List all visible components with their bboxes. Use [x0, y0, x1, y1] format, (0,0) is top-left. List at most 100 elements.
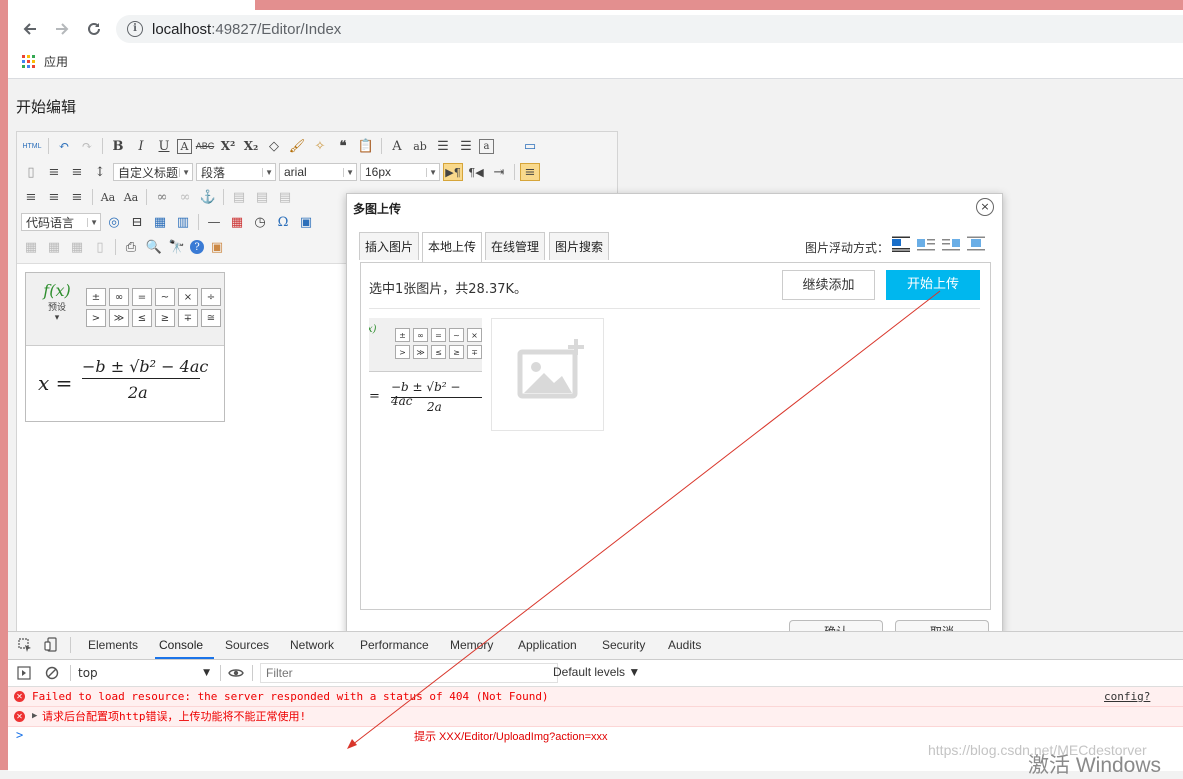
table-delete-icon[interactable]: ▯ [90, 238, 110, 256]
row-spacing-top-icon[interactable]: ≡ [44, 163, 64, 181]
clear-doc-icon[interactable]: ▯ [21, 163, 41, 181]
tab-network[interactable]: Network [290, 638, 334, 652]
justify-right-icon[interactable]: ≡ [44, 188, 64, 206]
formula-symbol-button[interactable]: > [395, 345, 410, 359]
print-icon[interactable]: ⎙ [121, 238, 141, 256]
formula-symbol-button[interactable]: = [431, 328, 446, 342]
paragraph-select[interactable]: 段落 ▼ [196, 163, 276, 181]
font-size-select[interactable]: 16px ▼ [360, 163, 440, 181]
preview-icon[interactable]: ▭ [520, 137, 540, 155]
tab-insert-image[interactable]: 插入图片 [359, 232, 420, 260]
address-bar[interactable]: i localhost:49827/Editor/Index [116, 15, 1183, 43]
to-uppercase-icon[interactable]: Aa [98, 188, 118, 206]
tab-sources[interactable]: Sources [225, 638, 269, 652]
back-button[interactable] [18, 17, 42, 41]
bold-icon[interactable]: B [108, 137, 128, 155]
font-family-select[interactable]: arial ▼ [279, 163, 357, 181]
formula-symbol-button[interactable]: ≅ [201, 309, 221, 327]
expand-triangle-icon[interactable]: ▶ [32, 707, 37, 726]
tab-performance[interactable]: Performance [360, 638, 429, 652]
context-select[interactable]: top ▼ [78, 664, 212, 682]
table-col-icon[interactable]: ▦ [67, 238, 87, 256]
unordered-list-icon[interactable]: ☰ [456, 137, 476, 155]
undo-icon[interactable]: ↶ [54, 137, 74, 155]
justify-center-icon[interactable]: ≡ [21, 188, 41, 206]
auto-format-icon[interactable]: ✧ [310, 137, 330, 155]
formula-symbol-button[interactable]: ÷ [201, 288, 221, 306]
formula-symbol-button[interactable]: × [178, 288, 198, 306]
paste-plain-icon[interactable]: 📋 [356, 137, 376, 155]
image-left-icon[interactable]: ▤ [252, 188, 272, 206]
start-upload-button[interactable]: 开始上传 [886, 270, 980, 300]
tab-audits[interactable]: Audits [668, 638, 701, 652]
special-chars-icon[interactable]: Ω [273, 213, 293, 231]
justify-left-icon[interactable]: ≡ [520, 163, 540, 181]
help-icon[interactable]: ? [190, 240, 204, 254]
redo-icon[interactable]: ↷ [77, 137, 97, 155]
table-insert-icon[interactable]: ▦ [21, 238, 41, 256]
info-icon[interactable]: i [127, 21, 143, 37]
horizontal-rule-icon[interactable]: — [204, 213, 224, 231]
continue-add-button[interactable]: 继续添加 [782, 270, 875, 300]
indent-icon[interactable]: ⇥ [489, 163, 509, 181]
image-right-icon[interactable]: ▤ [275, 188, 295, 206]
font-border-icon[interactable]: A [177, 138, 192, 154]
ordered-list-icon[interactable]: ☰ [433, 137, 453, 155]
console-prompt[interactable]: > [16, 728, 23, 742]
inspect-element-icon[interactable] [18, 638, 32, 652]
close-icon[interactable]: × [976, 198, 994, 216]
underline-icon[interactable]: U [154, 137, 174, 155]
drafts-icon[interactable]: ▣ [207, 238, 227, 256]
blockquote-icon[interactable]: ❝ [333, 137, 353, 155]
date-icon[interactable]: ▦ [227, 213, 247, 231]
formula-widget[interactable]: f(x) 预设 ▾ ± ∞ = ~ × ÷ > ≫ ≤ ≥ ∓ ≅ x = −b ± √b² − 4a… [25, 272, 225, 422]
ltr-direction-icon[interactable]: ▶¶ [443, 163, 463, 181]
eye-icon[interactable] [228, 667, 244, 679]
justify-full-icon[interactable]: ≡ [67, 188, 87, 206]
formula-symbol-button[interactable]: ≤ [431, 345, 446, 359]
formula-symbol-button[interactable]: = [132, 288, 152, 306]
format-brush-icon[interactable]: 🖌 [287, 137, 307, 155]
console-filter-input[interactable] [260, 663, 558, 683]
link-icon[interactable]: ∞ [152, 188, 172, 206]
time-icon[interactable]: ◷ [250, 213, 270, 231]
table-row-icon[interactable]: ▦ [44, 238, 64, 256]
background-icon[interactable]: ▥ [173, 213, 193, 231]
formula-symbol-button[interactable]: ≥ [449, 345, 464, 359]
formula-symbol-button[interactable]: > [86, 309, 106, 327]
formula-symbol-button[interactable]: ± [395, 328, 410, 342]
tab-elements[interactable]: Elements [88, 638, 138, 652]
formula-symbol-button[interactable]: ≫ [413, 345, 428, 359]
tab-memory[interactable]: Memory [450, 638, 493, 652]
superscript-icon[interactable]: X² [218, 137, 238, 155]
formula-icon[interactable]: ▣ [296, 213, 316, 231]
float-right-icon[interactable] [941, 236, 961, 252]
strikethrough-icon[interactable]: ABC [195, 137, 215, 155]
formula-symbol-button[interactable]: ≥ [155, 309, 175, 327]
sidebar-toggle-icon[interactable] [17, 666, 31, 680]
html-source-button[interactable]: HTML [21, 137, 43, 155]
formula-symbol-button[interactable]: ∓ [178, 309, 198, 327]
select-all-icon[interactable]: a [479, 138, 494, 154]
rtl-direction-icon[interactable]: ¶◀ [466, 163, 486, 181]
subscript-icon[interactable]: X₂ [241, 137, 261, 155]
log-levels-select[interactable]: Default levels ▼ [553, 665, 640, 679]
preview-search-icon[interactable]: 🔍 [144, 238, 164, 256]
formula-symbol-button[interactable]: ≤ [132, 309, 152, 327]
page-break-icon[interactable]: ⊟ [127, 213, 147, 231]
anchor-icon[interactable]: ⚓ [198, 188, 218, 206]
formula-symbol-button[interactable]: ∓ [467, 345, 482, 359]
forward-button[interactable] [50, 17, 74, 41]
float-center-icon[interactable] [966, 236, 986, 252]
formula-symbol-button[interactable]: × [467, 328, 482, 342]
line-height-icon[interactable]: ↕ [90, 163, 110, 181]
formula-symbol-button[interactable]: ~ [449, 328, 464, 342]
formula-symbol-button[interactable]: ∞ [413, 328, 428, 342]
tab-local-upload[interactable]: 本地上传 [422, 232, 483, 262]
row-spacing-bottom-icon[interactable]: ≡ [67, 163, 87, 181]
font-color-icon[interactable]: A [387, 137, 407, 155]
add-image-placeholder[interactable] [491, 318, 604, 431]
bookmark-apps[interactable]: 应用 [22, 53, 68, 70]
code-language-select[interactable]: 代码语言 ▼ [21, 213, 101, 231]
clear-console-icon[interactable] [45, 666, 59, 680]
